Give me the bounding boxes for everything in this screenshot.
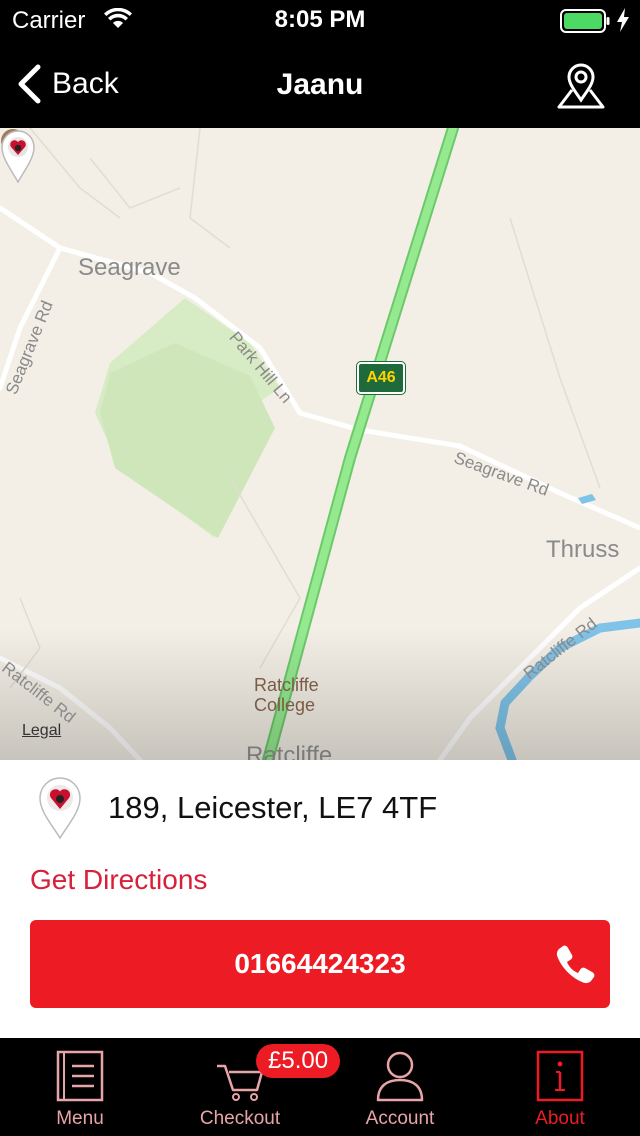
place-label-seagrave: Seagrave [78,254,181,281]
page-title: Jaanu [276,68,364,101]
tab-label-account: Account [365,1108,435,1129]
user-icon [376,1051,424,1102]
restaurant-logo-pin-icon [39,777,81,840]
tab-label-about: About [535,1108,585,1129]
tab-label-menu: Menu [56,1108,104,1129]
charging-icon [617,8,629,32]
tab-menu[interactable]: Menu [0,1038,160,1136]
tab-bar: Menu £5.00 Checkout Account About [0,1038,640,1136]
tab-checkout[interactable]: £5.00 Checkout [160,1038,341,1136]
poi-text: Ratcliffe College [254,675,319,715]
map-view[interactable]: Seagrave Thruss Ratcliffe Seagrave Rd Pa… [0,128,640,760]
restaurant-map-pin-icon[interactable] [0,128,36,184]
battery-icon [560,9,610,33]
address-row: 189, Leicester, LE7 4TF [0,760,640,860]
call-button[interactable]: 01664424323 [30,920,610,1008]
menu-list-icon [56,1050,104,1102]
tab-account[interactable]: Account [320,1038,480,1136]
tab-label-checkout: Checkout [199,1108,281,1129]
info-icon [536,1050,584,1102]
phone-number: 01664424323 [234,948,406,979]
tab-about[interactable]: About [480,1038,640,1136]
status-bar: Carrier 8:05 PM [0,0,640,40]
place-label-ratcliffe: Ratcliffe [246,742,333,760]
status-time: 8:05 PM [274,6,366,33]
legal-link[interactable]: Legal [22,722,61,740]
place-label-thrussington: Thruss [546,536,620,563]
get-directions-link[interactable]: Get Directions [30,864,207,896]
navigation-bar: Back Jaanu [0,40,640,128]
map-pin-outline-icon[interactable] [556,60,606,110]
poi-label-ratcliffe-college: Ratcliffe College [254,675,319,715]
road-shield-a46: A46 [356,361,406,395]
phone-icon [556,945,595,984]
address-text: 189, Leicester, LE7 4TF [108,790,438,825]
